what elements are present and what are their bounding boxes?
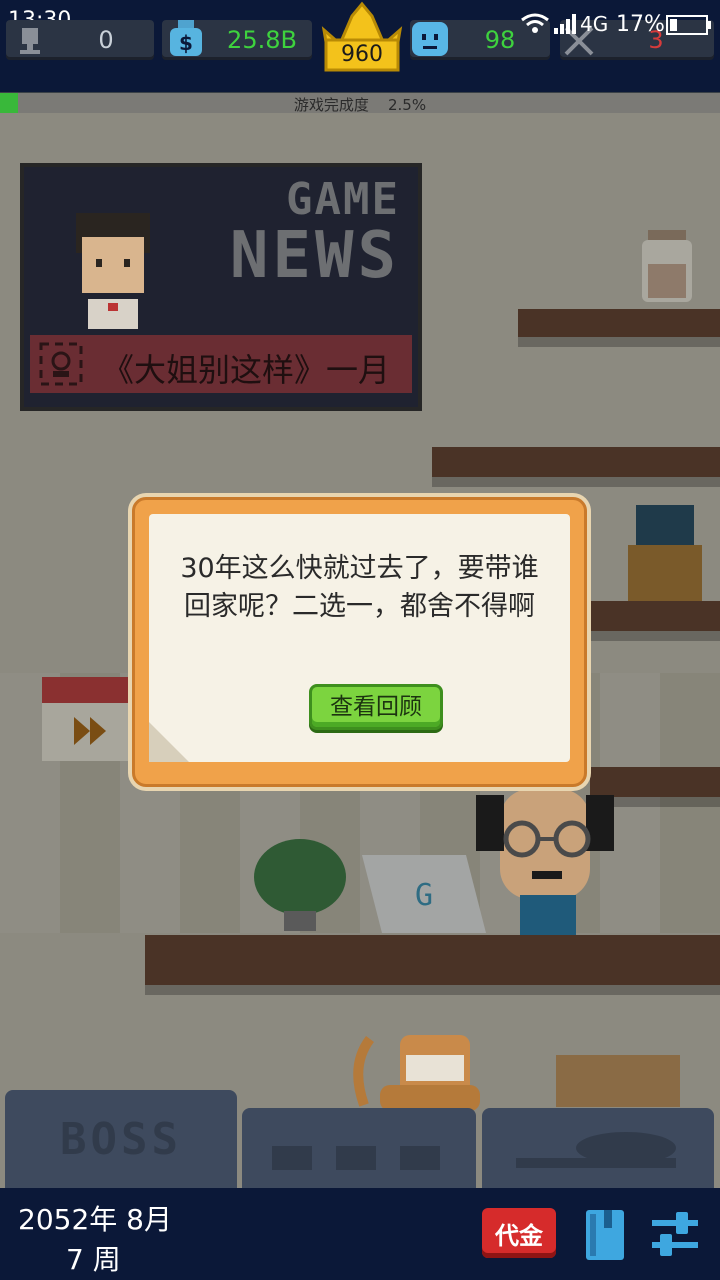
dialog-paper: 30年这么快就过去了，要带谁回家呢？二选一，都舍不得啊 查看回顾 <box>149 514 570 762</box>
dialog-message: 30年这么快就过去了，要带谁回家呢？二选一，都舍不得啊 <box>180 553 539 622</box>
fan-face-icon <box>412 22 448 56</box>
money-amount: 25.8B <box>227 26 297 54</box>
money-slot[interactable]: $ 25.8B <box>162 20 312 60</box>
battery-percent: 17% <box>616 12 665 37</box>
voucher-label: 代金 <box>495 1222 543 1250</box>
trophy-count: 0 <box>98 26 114 54</box>
book-icon[interactable] <box>582 1208 628 1262</box>
event-dialog: 30年这么快就过去了，要带谁回家呢？二选一，都舍不得啊 查看回顾 <box>132 497 587 787</box>
battery-icon <box>666 15 711 35</box>
money-bag-icon: $ <box>170 20 202 56</box>
network-type: 4G <box>580 12 609 36</box>
crown-level: 960 <box>341 42 383 67</box>
settings-sliders-icon[interactable] <box>650 1212 700 1258</box>
trophy-slot[interactable]: 0 <box>6 20 154 60</box>
view-review-button[interactable]: 查看回顾 <box>309 684 443 730</box>
date-week: 7 周 <box>66 1243 121 1276</box>
trophy-icon <box>20 28 40 54</box>
paper-curl-corner <box>149 722 189 762</box>
date-year-month: 2052年 8月 <box>18 1203 172 1236</box>
signal-icon <box>554 14 576 34</box>
top-resource-bar: 13:30 0 $ 25.8B 960 98 3 <box>0 0 720 92</box>
bottom-bar: 2052年 8月 7 周 代金 <box>0 1188 720 1280</box>
svg-text:$: $ <box>179 31 193 55</box>
voucher-button[interactable]: 代金 <box>482 1208 556 1258</box>
wifi-icon <box>521 13 549 33</box>
